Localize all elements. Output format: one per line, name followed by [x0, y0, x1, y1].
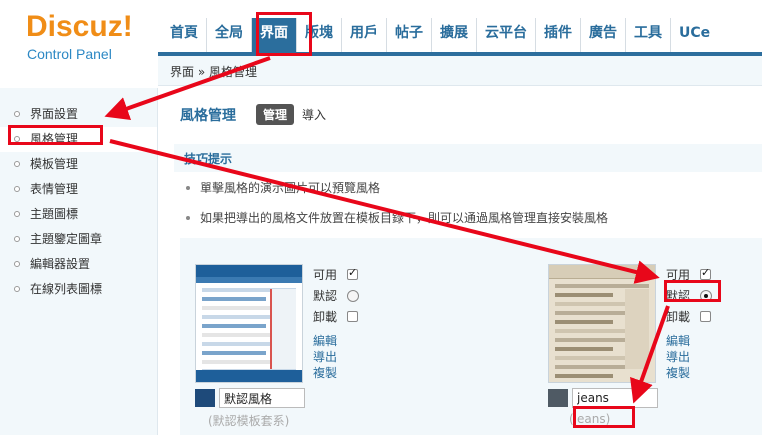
default-radio[interactable]	[347, 289, 359, 302]
default-label: 默認	[313, 289, 338, 303]
annotation-highlight-box	[664, 280, 721, 302]
tab-import[interactable]: 導入	[302, 106, 326, 123]
sidebar-item-online-icons[interactable]: 在線列表圖標	[0, 277, 157, 302]
theme-color-swatch	[548, 389, 568, 407]
edit-link[interactable]: 編輯	[666, 332, 690, 348]
uninstall-label: 卸載	[666, 310, 691, 324]
sidebar-item-editor-settings[interactable]: 編輯器設置	[0, 252, 157, 277]
export-link[interactable]: 導出	[313, 348, 337, 364]
tips-list: 單擊風格的演示圖片可以預覽風格 如果把導出的風格文件放置在模板目錄下，則可以通過…	[184, 180, 608, 240]
sidebar-item-template-management[interactable]: 模板管理	[0, 152, 157, 177]
nav-item-posts[interactable]: 帖子	[386, 18, 431, 52]
tips-heading: 技巧提示	[184, 152, 233, 166]
nav-item-cloud[interactable]: 云平台	[476, 18, 535, 52]
theme-name-row	[195, 388, 305, 408]
logo-brand: Discuz!	[26, 10, 133, 43]
export-link[interactable]: 導出	[666, 348, 690, 364]
theme-panel: 可用 默認 卸載 編輯 導出 複製 (默認模板套系) 可用 默認 卸載	[180, 238, 762, 435]
theme-directory: (默認模板套系)	[208, 414, 290, 428]
nav-item-plugins[interactable]: 插件	[535, 18, 580, 52]
sidebar-item-thread-icons[interactable]: 主題圖標	[0, 202, 157, 227]
sidebar-item-label: 主題圖標	[30, 207, 79, 221]
logo-subtitle: Control Panel	[27, 46, 112, 62]
theme-preview-thumbnail[interactable]	[548, 264, 656, 383]
nav-item-extensions[interactable]: 擴展	[431, 18, 476, 52]
sidebar-item-label: 表情管理	[30, 182, 79, 196]
copy-link[interactable]: 複製	[666, 364, 690, 380]
theme-name-row	[548, 388, 658, 408]
sidebar-item-interface-settings[interactable]: 界面設置	[0, 102, 157, 127]
uninstall-checkbox[interactable]	[347, 311, 358, 322]
bullet-icon	[14, 286, 20, 292]
breadcrumb-bar: 界面 » 風格管理	[158, 56, 762, 86]
uninstall-label: 卸載	[313, 310, 338, 324]
annotation-highlight-box	[573, 406, 635, 428]
available-checkbox[interactable]	[700, 266, 711, 280]
nav-item-ads[interactable]: 廣告	[580, 18, 625, 52]
uninstall-checkbox[interactable]	[700, 311, 711, 322]
top-nav-bar: 首頁 全局 界面 版塊 用戶 帖子 擴展 云平台 插件 廣告 工具 UCe	[158, 18, 718, 52]
bullet-icon	[186, 186, 190, 190]
theme-links: 編輯 導出 複製	[313, 332, 337, 380]
bullet-icon	[14, 111, 20, 117]
sidebar-item-label: 模板管理	[30, 157, 79, 171]
nav-item-ucenter[interactable]: UCe	[670, 18, 718, 52]
sidebar-item-label: 界面設置	[30, 107, 79, 121]
tip-item: 如果把導出的風格文件放置在模板目錄下，則可以通過風格管理直接安裝風格	[184, 210, 608, 240]
available-checkbox[interactable]	[347, 266, 358, 280]
nav-item-users[interactable]: 用戶	[341, 18, 386, 52]
copy-link[interactable]: 複製	[313, 364, 337, 380]
nav-item-global[interactable]: 全局	[206, 18, 251, 52]
sidebar-item-thread-stamps[interactable]: 主題鑒定圖章	[0, 227, 157, 252]
theme-links: 編輯 導出 複製	[666, 332, 690, 380]
bullet-icon	[14, 261, 20, 267]
theme-options: 可用 默認 卸載	[313, 264, 359, 327]
bullet-icon	[186, 216, 190, 220]
sidebar-item-label: 主題鑒定圖章	[30, 232, 103, 246]
tips-heading-bar: 技巧提示	[174, 144, 762, 172]
theme-name-input[interactable]	[219, 388, 305, 408]
theme-name-input[interactable]	[572, 388, 658, 408]
annotation-highlight-box	[256, 12, 312, 56]
bullet-icon	[14, 186, 20, 192]
tip-text: 如果把導出的風格文件放置在模板目錄下，則可以通過風格管理直接安裝風格	[200, 211, 609, 225]
bullet-icon	[14, 211, 20, 217]
theme-color-swatch	[195, 389, 215, 407]
theme-preview-thumbnail[interactable]	[195, 264, 303, 383]
page-title: 風格管理	[180, 107, 236, 124]
top-nav: 首頁 全局 界面 版塊 用戶 帖子 擴展 云平台 插件 廣告 工具 UCe	[158, 0, 762, 56]
sidebar-item-label: 編輯器設置	[30, 257, 91, 271]
nav-item-home[interactable]: 首頁	[158, 18, 206, 52]
sidebar-item-label: 在線列表圖標	[30, 282, 103, 296]
theme-card-default: 可用 默認 卸載 編輯 導出 複製 (默認模板套系)	[180, 238, 380, 435]
tab-manage[interactable]: 管理	[256, 104, 295, 125]
tip-text: 單擊風格的演示圖片可以預覽風格	[200, 181, 381, 195]
nav-item-tools[interactable]: 工具	[625, 18, 670, 52]
sidebar-item-smiley-management[interactable]: 表情管理	[0, 177, 157, 202]
bullet-icon	[14, 236, 20, 242]
annotation-highlight-box	[8, 125, 103, 145]
logo: Discuz! Control Panel	[0, 0, 158, 88]
page-header: 風格管理 管理 導入	[180, 104, 326, 125]
breadcrumb: 界面 » 風格管理	[170, 65, 257, 79]
available-label: 可用	[313, 268, 338, 282]
bullet-icon	[14, 161, 20, 167]
tip-item: 單擊風格的演示圖片可以預覽風格	[184, 180, 608, 210]
edit-link[interactable]: 編輯	[313, 332, 337, 348]
